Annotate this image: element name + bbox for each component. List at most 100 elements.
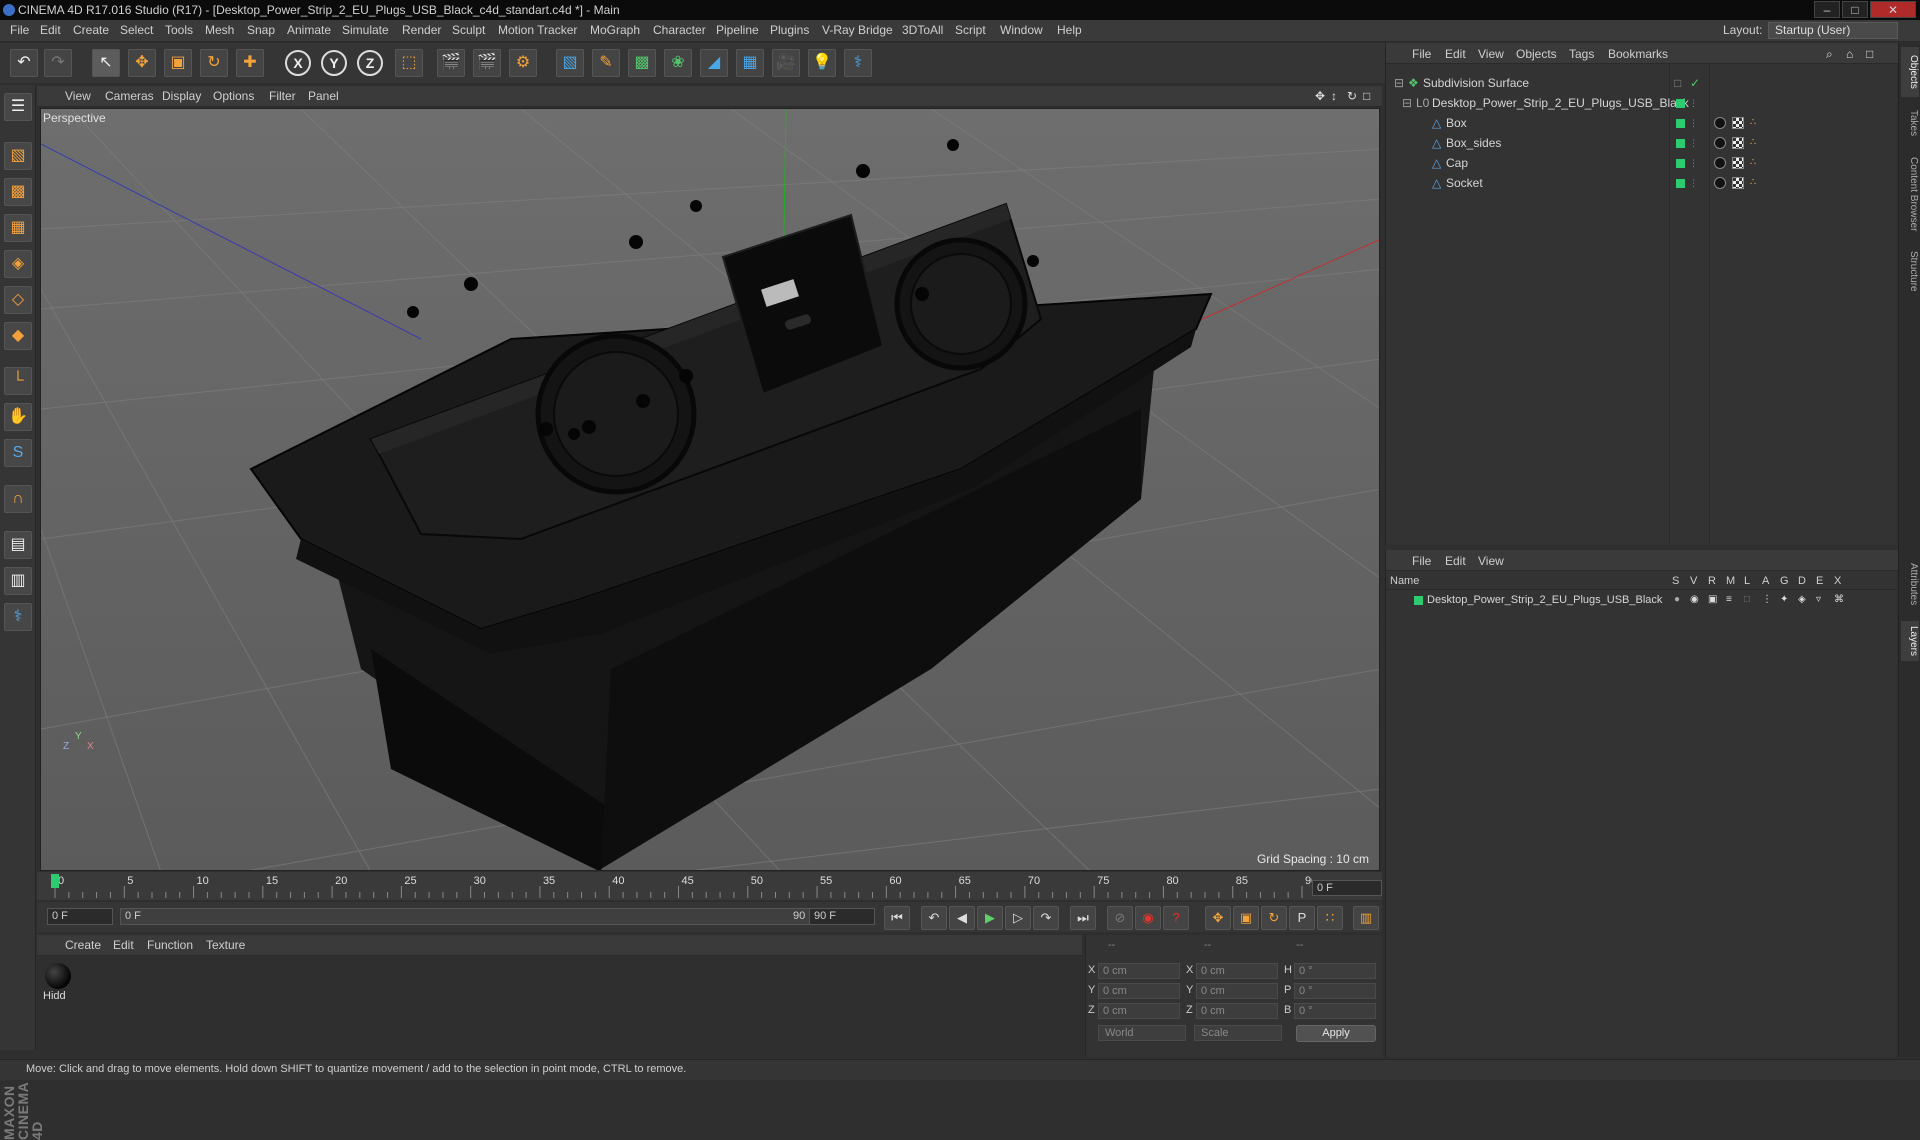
render-view-icon[interactable]: 🎬 bbox=[437, 49, 465, 77]
menu-animate[interactable]: Animate bbox=[287, 23, 331, 37]
rot-h-field[interactable]: 0 ° bbox=[1294, 963, 1376, 979]
menu-file[interactable]: File bbox=[10, 23, 29, 37]
uvw-tag-icon[interactable] bbox=[1732, 177, 1744, 189]
menu-select[interactable]: Select bbox=[120, 23, 153, 37]
viewport-rotate-icon[interactable]: ↻ bbox=[1347, 89, 1357, 103]
layer-color-icon[interactable] bbox=[1676, 159, 1685, 168]
object-row-subdivision-surface[interactable]: ⊟ ❖ Subdivision Surface □ ✓ bbox=[1386, 74, 1898, 92]
menu-motion-tracker[interactable]: Motion Tracker bbox=[498, 23, 577, 37]
material-menu-function[interactable]: Function bbox=[147, 938, 193, 952]
timeline-ruler[interactable]: 051015202530354045505560657075808590 bbox=[37, 872, 1382, 900]
uvw-tag-icon[interactable] bbox=[1732, 137, 1744, 149]
tab-content-browser[interactable]: Content Browser bbox=[1901, 149, 1919, 239]
menu-mesh[interactable]: Mesh bbox=[205, 23, 234, 37]
layers-menu-file[interactable]: File bbox=[1412, 554, 1431, 568]
menu-pipeline[interactable]: Pipeline bbox=[716, 23, 759, 37]
key-parameter-icon[interactable]: P bbox=[1289, 906, 1315, 930]
polygons-mode-icon[interactable]: ◆ bbox=[4, 322, 32, 350]
key-scale-icon[interactable]: ▣ bbox=[1233, 906, 1259, 930]
viewport-menu-filter[interactable]: Filter bbox=[269, 89, 296, 103]
select-tool-icon[interactable]: ↖ bbox=[92, 49, 120, 77]
viewport-menu-panel[interactable]: Panel bbox=[308, 89, 339, 103]
redo-button[interactable]: ↷ bbox=[44, 49, 72, 77]
column-deformers[interactable]: D bbox=[1798, 575, 1806, 587]
phong-tag-icon[interactable]: ∴ bbox=[1750, 157, 1762, 169]
next-frame-icon[interactable]: ▷ bbox=[1005, 906, 1031, 930]
animation-toggle-icon[interactable]: ⋮ bbox=[1762, 591, 1772, 609]
texture-mode-icon[interactable]: ▩ bbox=[4, 178, 32, 206]
transform-tool-icon[interactable]: ✚ bbox=[236, 49, 264, 77]
objects-menu-bookmarks[interactable]: Bookmarks bbox=[1608, 47, 1668, 61]
layer-color-icon[interactable] bbox=[1676, 139, 1685, 148]
pos-z-field[interactable]: 0 cm bbox=[1098, 1003, 1180, 1019]
deformer-toggle-icon[interactable]: ◈ bbox=[1798, 591, 1806, 609]
material-menu-edit[interactable]: Edit bbox=[113, 938, 134, 952]
render-picture-viewer-icon[interactable]: 🎬 bbox=[473, 49, 501, 77]
menu-3dtoall[interactable]: 3DToAll bbox=[902, 23, 943, 37]
generator-toggle-icon[interactable]: ✦ bbox=[1780, 591, 1788, 609]
rot-p-field[interactable]: 0 ° bbox=[1294, 983, 1376, 999]
light-icon[interactable]: 💡 bbox=[808, 49, 836, 77]
snap-icon[interactable]: S bbox=[4, 439, 32, 467]
menu-script[interactable]: Script bbox=[955, 23, 986, 37]
menu-mograph[interactable]: MoGraph bbox=[590, 23, 640, 37]
layers-menu-edit[interactable]: Edit bbox=[1445, 554, 1466, 568]
column-view[interactable]: V bbox=[1690, 575, 1697, 587]
autokey-icon[interactable]: ⊘ bbox=[1107, 906, 1133, 930]
coordinate-system-icon[interactable]: ⬚ bbox=[395, 49, 423, 77]
viewport-menu-view[interactable]: View bbox=[65, 89, 91, 103]
keyframe-selection-icon[interactable]: ? bbox=[1163, 906, 1189, 930]
viewport-move-icon[interactable]: ✥ bbox=[1315, 89, 1325, 103]
previous-frame-icon[interactable]: ◀ bbox=[949, 906, 975, 930]
material-menu-create[interactable]: Create bbox=[65, 938, 101, 952]
menu-sculpt[interactable]: Sculpt bbox=[452, 23, 485, 37]
undo-button[interactable]: ↶ bbox=[10, 49, 38, 77]
lock-toggle-icon[interactable]: □ bbox=[1744, 591, 1750, 609]
z-axis-lock-button[interactable]: Z bbox=[357, 50, 383, 76]
end-frame-field[interactable]: 90 F bbox=[809, 908, 875, 925]
phong-tag-icon[interactable]: ∴ bbox=[1750, 117, 1762, 129]
cloner-icon[interactable]: ❀ bbox=[664, 49, 692, 77]
objects-menu-view[interactable]: View bbox=[1478, 47, 1504, 61]
uvw-tag-icon[interactable] bbox=[1732, 157, 1744, 169]
perspective-viewport[interactable]: Z Y X Perspective Grid Spacing : 10 cm bbox=[40, 108, 1380, 871]
axis-mode-icon[interactable]: └ bbox=[4, 367, 32, 395]
column-xref[interactable]: X bbox=[1834, 575, 1841, 587]
material-menu-texture[interactable]: Texture bbox=[206, 938, 245, 952]
material-tag-icon[interactable] bbox=[1714, 177, 1726, 189]
close-button[interactable]: ✕ bbox=[1870, 1, 1916, 18]
visibility-dots-icon[interactable]: ⋮ bbox=[1689, 154, 1698, 172]
visibility-dots-icon[interactable]: ⋮ bbox=[1689, 114, 1698, 132]
phong-tag-icon[interactable]: ∴ bbox=[1750, 137, 1762, 149]
object-row-socket[interactable]: △ Socket ⋮ ∴ bbox=[1386, 174, 1898, 192]
render-settings-icon[interactable]: ⚙ bbox=[509, 49, 537, 77]
viewport-menu-display[interactable]: Display bbox=[162, 89, 201, 103]
uvw-tag-icon[interactable] bbox=[1732, 117, 1744, 129]
object-row-box[interactable]: △ Box ⋮ ∴ bbox=[1386, 114, 1898, 132]
subdivision-surface-icon[interactable]: ▩ bbox=[628, 49, 656, 77]
collapse-icon[interactable]: ⊟ bbox=[1402, 94, 1412, 112]
rotate-tool-icon[interactable]: ↻ bbox=[200, 49, 228, 77]
spline-pen-icon[interactable]: ✎ bbox=[592, 49, 620, 77]
workplane-lock-icon[interactable]: ▤ bbox=[4, 531, 32, 559]
deformer-icon[interactable]: ◢ bbox=[700, 49, 728, 77]
apply-button[interactable]: Apply bbox=[1296, 1025, 1376, 1042]
visibility-dots-icon[interactable]: ⋮ bbox=[1689, 134, 1698, 152]
pos-x-field[interactable]: 0 cm bbox=[1098, 963, 1180, 979]
visibility-dots-icon[interactable]: ⋮ bbox=[1689, 94, 1698, 112]
phong-tag-icon[interactable]: ∴ bbox=[1750, 177, 1762, 189]
enabled-check-icon[interactable]: ✓ bbox=[1690, 74, 1700, 92]
key-point-level-icon[interactable]: ∷ bbox=[1317, 906, 1343, 930]
layout-select[interactable]: Startup (User) bbox=[1768, 22, 1898, 39]
rot-b-field[interactable]: 0 ° bbox=[1294, 1003, 1376, 1019]
menu-vray-bridge[interactable]: V-Ray Bridge bbox=[822, 23, 893, 37]
pos-y-field[interactable]: 0 cm bbox=[1098, 983, 1180, 999]
objects-menu-tags[interactable]: Tags bbox=[1569, 47, 1594, 61]
layers-menu-view[interactable]: View bbox=[1478, 554, 1504, 568]
menu-help[interactable]: Help bbox=[1057, 23, 1082, 37]
playhead-marker[interactable] bbox=[51, 874, 59, 888]
menu-character[interactable]: Character bbox=[653, 23, 706, 37]
render-toggle-icon[interactable]: ▣ bbox=[1708, 591, 1717, 609]
current-frame-field[interactable]: 0 F bbox=[1312, 880, 1382, 896]
menu-tools[interactable]: Tools bbox=[165, 23, 193, 37]
